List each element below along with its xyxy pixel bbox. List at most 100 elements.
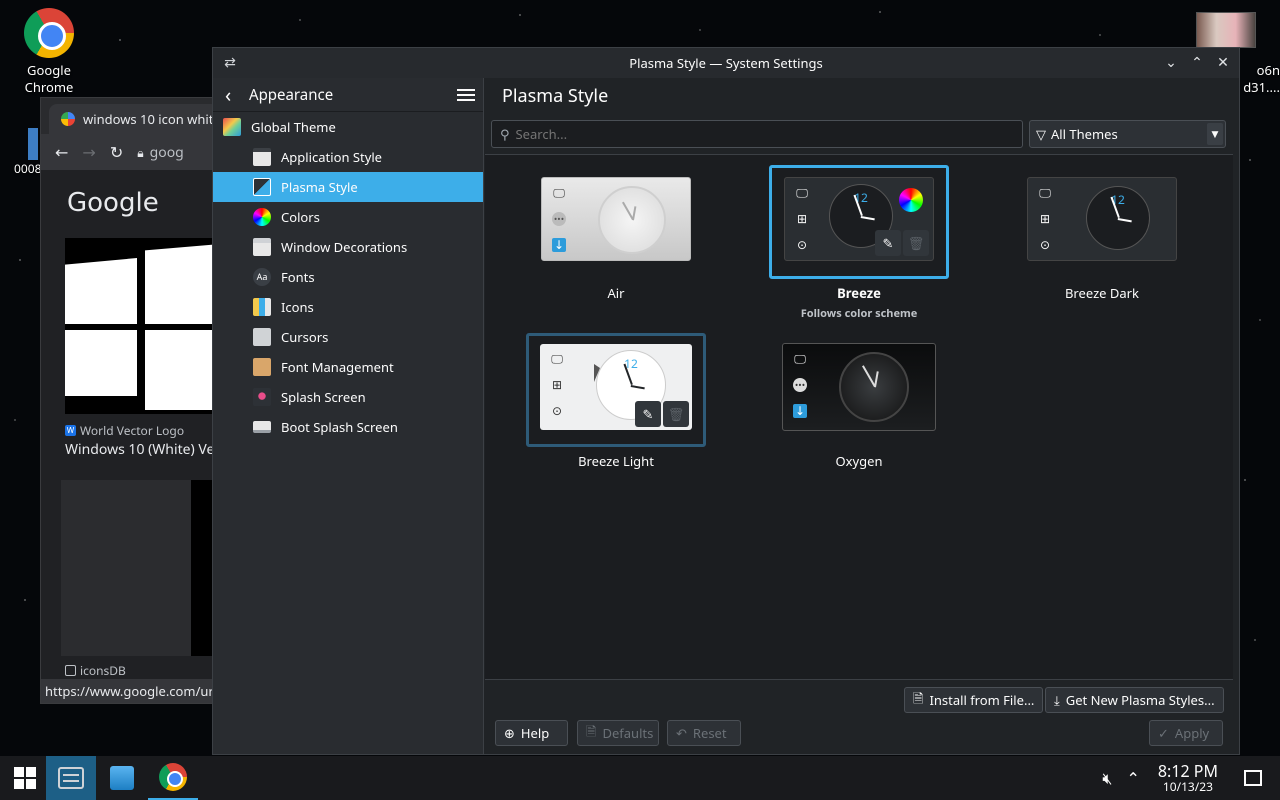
tray-expand-chevron-icon[interactable]: ⌃ xyxy=(1126,767,1139,789)
volume-muted-icon[interactable]: 🔇︎ xyxy=(1102,767,1112,789)
close-icon[interactable]: ✕ xyxy=(1215,53,1231,73)
application-style-icon xyxy=(253,148,271,166)
checkmark-icon: ✓ xyxy=(1158,724,1169,742)
mouse-pointer-icon xyxy=(594,364,600,382)
edit-icon[interactable]: ✎ xyxy=(635,401,661,427)
lock-icon: 🔒︎ xyxy=(137,143,144,161)
sidebar-item-application-style[interactable]: Application Style xyxy=(213,142,483,172)
theme-thumbnail-frame: 🖵︎ ••• ↓ xyxy=(769,333,949,447)
back-arrow-icon[interactable]: ← xyxy=(55,141,68,163)
google-logo[interactable]: Google xyxy=(67,188,159,218)
theme-card-breeze-dark[interactable]: 🖵︎ ⊞ ⊙ 12 Breeze Dark xyxy=(1012,165,1192,302)
edit-icon[interactable]: ✎ xyxy=(875,230,901,256)
sidebar-item-font-management[interactable]: Font Management xyxy=(213,352,483,382)
font-management-icon xyxy=(253,358,271,376)
desktop-icon-partial-left[interactable]: 0008 xyxy=(14,128,42,177)
boot-splash-screen-icon xyxy=(253,421,271,433)
breeze-dark-preview: 🖵︎ ⊞ ⊙ 12 xyxy=(1027,177,1177,261)
download-icon: ⤓ xyxy=(1054,691,1060,709)
clock-widget: 12 xyxy=(1086,186,1150,250)
maximize-icon[interactable]: ⌃ xyxy=(1189,53,1205,73)
defaults-icon: 🗎︎ xyxy=(586,721,597,740)
desktop-icon-google-chrome[interactable]: Google Chrome xyxy=(12,8,86,96)
digital-clock[interactable]: 8:12 PM 10/13/23 xyxy=(1157,759,1218,794)
delete-icon[interactable]: 🗑︎ xyxy=(663,401,689,427)
start-button[interactable] xyxy=(0,756,50,800)
sidebar: ‹ Appearance Global Theme Application St… xyxy=(213,78,484,754)
get-new-plasma-styles-button[interactable]: ⤓ Get New Plasma Styles... xyxy=(1045,687,1224,713)
breeze-light-preview: 🖵︎ ⊞ ⊙ 12 ✎ 🗑︎ xyxy=(540,344,692,430)
sidebar-header-title: Appearance xyxy=(249,84,334,105)
sidebar-item-plasma-style[interactable]: Plasma Style xyxy=(213,172,483,202)
sidebar-item-icons[interactable]: Icons xyxy=(213,292,483,322)
filter-selected-value: All Themes xyxy=(1051,125,1118,143)
desktop-icon-label: Google xyxy=(27,61,71,79)
sidebar-item-window-decorations[interactable]: Window Decorations xyxy=(213,232,483,262)
system-settings-icon xyxy=(58,767,84,789)
sidebar-item-global-theme[interactable]: Global Theme xyxy=(213,112,483,142)
window-titlebar[interactable]: ⇄ Plasma Style — System Settings ⌄ ⌃ ✕ xyxy=(213,48,1239,78)
theme-card-air[interactable]: 🖵︎ ••• ↓ Air xyxy=(526,165,706,302)
sidebar-item-colors[interactable]: Colors xyxy=(213,202,483,232)
icons-icon xyxy=(253,298,271,316)
taskbar-system-settings[interactable] xyxy=(46,756,96,800)
chrome-icon xyxy=(159,763,187,791)
delete-icon[interactable]: 🗑︎ xyxy=(903,230,929,256)
forward-arrow-icon[interactable]: → xyxy=(82,141,95,163)
grid-icon: ⊞ xyxy=(551,376,563,393)
taskbar: 🔇︎ ⌃ 8:12 PM 10/13/23 xyxy=(0,756,1280,800)
minimize-icon[interactable]: ⌄ xyxy=(1163,53,1179,73)
theme-thumbnail-frame-selected: 🖵︎ ⊞ ⊙ 12 ✎ 🗑︎ xyxy=(769,165,949,279)
theme-card-breeze-light[interactable]: 🖵︎ ⊞ ⊙ 12 ✎ 🗑︎ Breeze Light xyxy=(526,333,706,470)
show-desktop-icon[interactable] xyxy=(1244,770,1262,786)
result-title-link[interactable]: Windows 10 (White) Ve xyxy=(65,440,214,459)
window-menu-icon[interactable]: ⇄ xyxy=(221,54,239,72)
theme-name: Breeze Light xyxy=(578,452,654,470)
reload-icon[interactable]: ↻ xyxy=(110,141,123,163)
theme-card-breeze[interactable]: 🖵︎ ⊞ ⊙ 12 ✎ 🗑︎ Breeze Follows color sche… xyxy=(769,165,949,321)
browser-tab[interactable]: windows 10 icon whit xyxy=(49,104,219,134)
sidebar-item-cursors[interactable]: Cursors xyxy=(213,322,483,352)
search-input[interactable] xyxy=(515,125,996,143)
file-icon xyxy=(28,128,38,160)
result-source-2: iconsDB xyxy=(65,662,126,679)
plasma-style-icon xyxy=(253,178,271,196)
reset-icon: ↶ xyxy=(676,724,687,742)
theme-filter-dropdown[interactable]: ▽ All Themes ▼ xyxy=(1029,120,1226,148)
fonts-icon: Aa xyxy=(253,268,271,286)
sidebar-item-boot-splash-screen[interactable]: Boot Splash Screen xyxy=(213,412,483,442)
taskbar-discover[interactable] xyxy=(97,756,147,800)
clock-widget xyxy=(839,352,909,422)
sidebar-item-fonts[interactable]: Aa Fonts xyxy=(213,262,483,292)
grid-icon: ⊞ xyxy=(796,210,808,227)
chevron-down-icon: ▼ xyxy=(1207,123,1223,145)
windows-logo-image[interactable] xyxy=(65,238,219,414)
theme-thumbnail-frame: 🖵︎ ••• ↓ xyxy=(526,165,706,279)
reset-button[interactable]: ↶ Reset xyxy=(667,720,741,746)
hamburger-menu-icon[interactable] xyxy=(457,86,475,104)
content-area: Plasma Style ⚲ ▽ All Themes ▼ 🖵︎ ••• ↓ xyxy=(485,78,1239,754)
window-title: Plasma Style — System Settings xyxy=(629,54,823,72)
install-from-file-button[interactable]: 🗎︎ Install from File... xyxy=(904,687,1044,713)
defaults-button[interactable]: 🗎︎ Defaults xyxy=(577,720,659,746)
browser-toolbar: ← → ↻ 🔒︎ goog xyxy=(41,134,219,170)
back-circle-icon: ⊙ xyxy=(1039,236,1051,253)
clock-time: 8:12 PM xyxy=(1157,759,1218,782)
back-chevron-icon[interactable]: ‹ xyxy=(225,81,239,108)
search-field[interactable]: ⚲ xyxy=(491,120,1023,148)
result-source: W World Vector Logo xyxy=(65,422,185,439)
oxygen-preview: 🖵︎ ••• ↓ xyxy=(782,343,936,431)
install-file-icon: 🗎︎ xyxy=(913,688,924,707)
theme-grid: 🖵︎ ••• ↓ Air 🖵︎ ⊞ ⊙ 12 ✎ 🗑︎ Breeze Follo… xyxy=(485,154,1233,680)
window-decorations-icon xyxy=(253,238,271,256)
taskbar-google-chrome[interactable] xyxy=(148,756,198,800)
address-bar[interactable]: goog xyxy=(150,143,184,162)
help-button[interactable]: ⊕ Help xyxy=(495,720,568,746)
browser-window[interactable]: windows 10 icon whit ← → ↻ 🔒︎ goog Googl… xyxy=(40,97,220,704)
theme-thumbnail-frame: 🖵︎ ⊞ ⊙ 12 xyxy=(1012,165,1192,279)
result-image-2[interactable] xyxy=(61,480,219,656)
theme-card-oxygen[interactable]: 🖵︎ ••• ↓ Oxygen xyxy=(769,333,949,470)
apply-button[interactable]: ✓ Apply xyxy=(1149,720,1223,746)
global-theme-icon xyxy=(223,118,241,136)
sidebar-item-splash-screen[interactable]: Splash Screen xyxy=(213,382,483,412)
